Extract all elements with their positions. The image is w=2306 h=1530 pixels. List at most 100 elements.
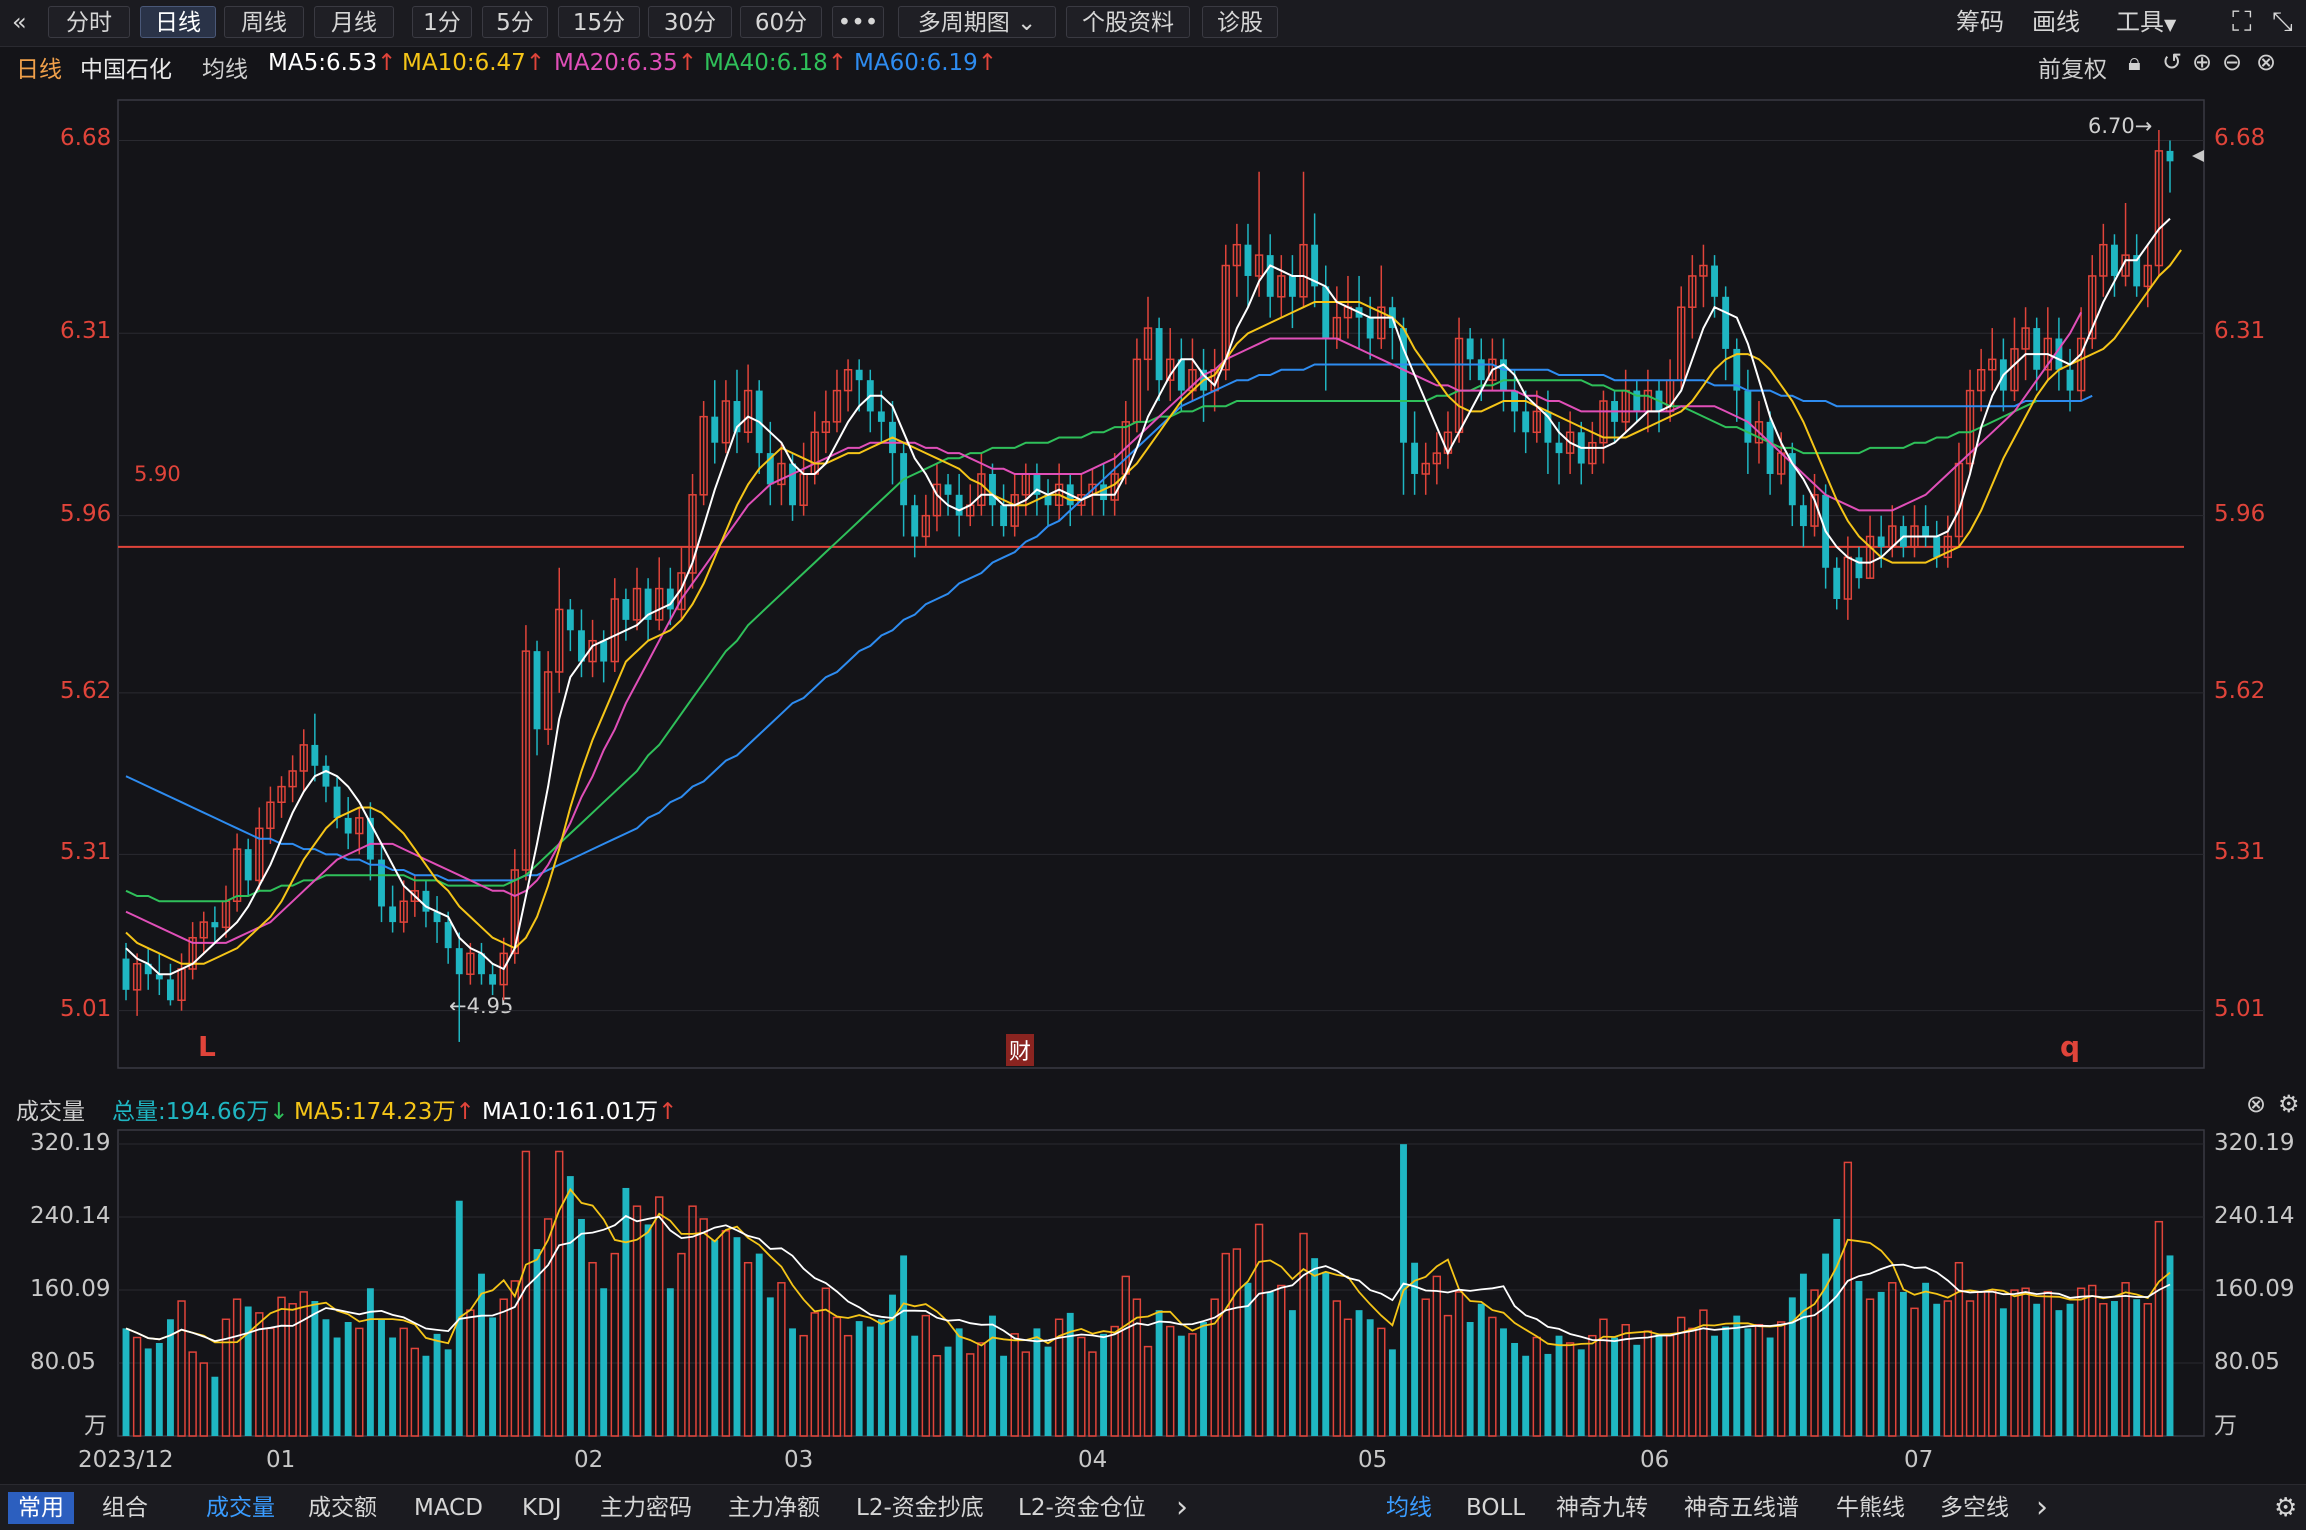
- volume-bar: [232, 1298, 242, 1437]
- overlay-tab[interactable]: BOLL: [1466, 1492, 1525, 1524]
- candle-body: [389, 906, 397, 923]
- indicator-tab[interactable]: 主力密码: [600, 1492, 692, 1524]
- volume-bar: [199, 1362, 208, 1437]
- volume-bar: [1355, 1310, 1363, 1436]
- volume-bar: [1888, 1282, 1897, 1437]
- overlay-tab[interactable]: 神奇九转: [1556, 1492, 1648, 1524]
- overlay-more-arrow[interactable]: ›: [2036, 1492, 2048, 1524]
- volume-bar: [1500, 1328, 1507, 1436]
- candle-body: [533, 651, 541, 730]
- volume-bar: [2043, 1291, 2052, 1437]
- volume-bar: [1288, 1310, 1296, 1436]
- overlay-tab[interactable]: 神奇五线谱: [1684, 1492, 1799, 1524]
- volume-bar: [2066, 1303, 2074, 1436]
- overlay-tab[interactable]: 均线: [1386, 1492, 1432, 1524]
- volume-bar: [144, 1348, 152, 1436]
- volume-bar: [1322, 1271, 1330, 1436]
- volume-bar: [1643, 1330, 1653, 1437]
- indicator-more-arrow[interactable]: ›: [1176, 1492, 1188, 1524]
- volume-bar: [1677, 1316, 1686, 1437]
- volume-bar: [1121, 1275, 1130, 1437]
- volume-bar: [1443, 1314, 1453, 1437]
- volume-bar: [1766, 1337, 1774, 1436]
- indicator-tab[interactable]: 成交额: [308, 1492, 377, 1524]
- indicator-tab[interactable]: L2-资金抄底: [856, 1492, 984, 1524]
- volume-bar: [1511, 1342, 1519, 1436]
- indicator-tab[interactable]: 成交量: [206, 1492, 275, 1524]
- volume-bar: [543, 1218, 553, 1437]
- candle-body: [1522, 411, 1530, 433]
- volume-bar: [2133, 1299, 2141, 1436]
- volume-bar: [900, 1255, 908, 1436]
- candle-body: [1000, 505, 1008, 527]
- volume-bar: [644, 1224, 652, 1436]
- candle-body: [989, 473, 996, 506]
- overlay-tab[interactable]: 多空线: [1940, 1492, 2009, 1524]
- volume-bar: [600, 1288, 608, 1436]
- volume-bar: [866, 1326, 874, 1436]
- volume-bar: [1843, 1161, 1853, 1437]
- indicator-tab[interactable]: MACD: [414, 1492, 483, 1524]
- left-tab[interactable]: 常用: [8, 1492, 74, 1524]
- candle-body: [1366, 317, 1374, 339]
- volume-bar: [1010, 1333, 1019, 1437]
- volume-bar: [1621, 1323, 1630, 1437]
- indicator-tab[interactable]: L2-资金仓位: [1018, 1492, 1146, 1524]
- candle-body: [1244, 244, 1252, 276]
- volume-bar: [578, 1218, 585, 1436]
- volume-bar: [1633, 1344, 1641, 1436]
- volume-bar: [1544, 1353, 1552, 1436]
- volume-bar: [344, 1322, 352, 1436]
- volume-bar: [2121, 1282, 2130, 1437]
- candle-body: [1322, 286, 1330, 339]
- candle-body: [1466, 338, 1474, 360]
- current-price-marker: [2192, 150, 2204, 162]
- volume-bar: [1088, 1351, 1097, 1437]
- volume-bar: [277, 1296, 286, 1437]
- candle-body: [344, 817, 352, 834]
- ma20-line: [125, 311, 2082, 944]
- candle-body: [1877, 536, 1885, 547]
- left-tab[interactable]: 组合: [92, 1492, 158, 1524]
- candle-body: [2055, 338, 2063, 370]
- volume-bar: [1033, 1328, 1041, 1436]
- volume-bar: [366, 1288, 374, 1436]
- volume-bar: [211, 1376, 219, 1436]
- overlay-tab[interactable]: 牛熊线: [1836, 1492, 1905, 1524]
- candle-body: [622, 599, 630, 620]
- volume-bar: [2076, 1287, 2086, 1437]
- volume-bar: [1555, 1335, 1563, 1436]
- volume-bar: [1100, 1333, 1108, 1436]
- volume-bar: [389, 1337, 397, 1436]
- volume-bar: [1177, 1335, 1185, 1436]
- candle-body: [333, 786, 341, 818]
- volume-bar: [1343, 1318, 1353, 1437]
- indicator-tab[interactable]: KDJ: [522, 1492, 562, 1524]
- candle-body: [444, 922, 452, 949]
- volume-bar: [789, 1328, 796, 1436]
- volume-bar: [1665, 1334, 1675, 1437]
- volume-bar: [1388, 1349, 1396, 1436]
- volume-bar: [410, 1347, 420, 1437]
- volume-bar: [711, 1239, 719, 1436]
- kline-chart[interactable]: [0, 0, 2306, 1484]
- candle-body: [211, 922, 219, 928]
- volume-bar: [966, 1353, 975, 1437]
- volume-bar: [1077, 1336, 1086, 1437]
- ma40-line: [125, 379, 2038, 903]
- bottom-indicator-bar: 常用 组合 成交量 成交额 MACD KDJ 主力密码 主力净额 L2-资金抄底 L2-资金仓位…: [0, 1484, 2306, 1530]
- volume-bar: [1454, 1291, 1464, 1437]
- candle-body: [911, 505, 919, 537]
- volume-bar: [989, 1315, 996, 1436]
- volume-bar: [1577, 1349, 1585, 1436]
- volume-bar: [188, 1351, 197, 1437]
- volume-bar: [1588, 1334, 1597, 1437]
- indicator-tab[interactable]: 主力净额: [728, 1492, 820, 1524]
- volume-bar: [322, 1319, 330, 1436]
- volume-bar: [1922, 1282, 1930, 1436]
- volume-bar: [1311, 1258, 1319, 1436]
- volume-bar: [1200, 1322, 1207, 1436]
- volume-bar: [2099, 1303, 2108, 1437]
- settings-gear-icon[interactable]: ⚙: [2274, 1492, 2297, 1524]
- candle-body: [322, 765, 330, 787]
